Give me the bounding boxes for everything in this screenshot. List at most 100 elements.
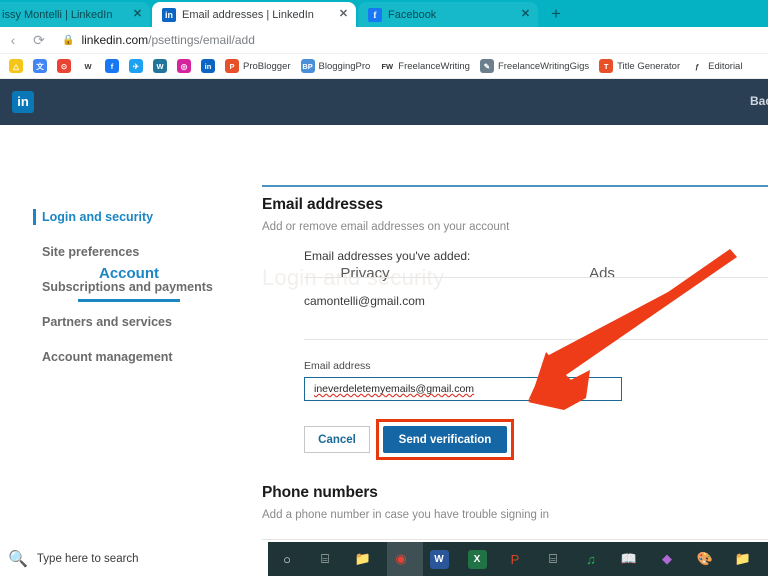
browser-tab-1[interactable]: in issy Montelli | LinkedIn ✕	[0, 2, 150, 27]
lock-icon: 🔒	[62, 34, 75, 46]
bookmark-label: FreelanceWritingGigs	[497, 60, 590, 72]
cortana-icon[interactable]: ○	[276, 548, 298, 570]
sidebar-item-login-and-security[interactable]: Login and security	[0, 200, 250, 235]
bookmark-item[interactable]: ƒ Editorial	[685, 59, 747, 73]
back-link[interactable]: Bac	[750, 94, 768, 108]
divider	[262, 539, 768, 540]
sidebar-item-partners-and-services[interactable]: Partners and services	[0, 305, 250, 340]
problogger-icon: P	[225, 59, 239, 73]
email-card: Email addresses you've added: camontelli…	[262, 249, 768, 460]
file-explorer-icon[interactable]: 📁	[352, 548, 374, 570]
linkedin-header: in Bac	[0, 79, 768, 125]
windows-taskbar: 🔍 Type here to search ○ ⌸ 📁 ◉ W X P ⌸ ♫ 📖 ◆ 🎨 📁	[0, 542, 768, 576]
titlegenerator-icon: T	[599, 59, 614, 73]
bookmark-item[interactable]: FW FreelanceWriting	[375, 59, 475, 73]
bookmark-item[interactable]: ⊙	[52, 59, 76, 73]
excel-icon[interactable]: X	[466, 548, 488, 570]
calculator-icon[interactable]: ⌸	[542, 548, 564, 570]
browser-tab-2[interactable]: in Email addresses | LinkedIn ✕	[152, 2, 356, 27]
bookmark-item[interactable]: ✎ FreelanceWritingGigs	[475, 59, 594, 73]
browser-tab-title: issy Montelli | LinkedIn	[2, 8, 113, 21]
dictionary-icon[interactable]: 📖	[618, 548, 640, 570]
taskbar-search[interactable]: 🔍 Type here to search	[0, 542, 268, 576]
taskbar-icons: ○ ⌸ 📁 ◉ W X P ⌸ ♫ 📖 ◆ 🎨 📁	[276, 542, 754, 576]
bookmark-item[interactable]: in	[196, 59, 220, 73]
bookmark-item[interactable]: W	[76, 59, 100, 73]
bookmark-item[interactable]: ✈	[124, 59, 148, 73]
divider	[304, 339, 768, 340]
excel-icon-glyph: X	[467, 549, 487, 569]
page-subtitle: Add or remove email addresses on your ac…	[262, 221, 510, 233]
freelancewriting-icon: FW	[380, 59, 395, 73]
phone-title: Phone numbers	[262, 484, 378, 501]
paint-icon[interactable]: 🎨	[694, 548, 716, 570]
cancel-button[interactable]: Cancel	[304, 426, 370, 453]
facebook-icon: f	[105, 59, 119, 73]
linkedin-icon: in	[162, 7, 176, 22]
folder-icon[interactable]: 📁	[732, 548, 754, 570]
word-icon[interactable]: W	[428, 548, 450, 570]
wikipedia-icon: W	[81, 59, 95, 73]
page-title: Email addresses	[262, 196, 383, 213]
main-content: Email addresses Add or remove email addr…	[262, 196, 768, 540]
editorial-icon: ƒ	[690, 59, 705, 73]
bookmark-item[interactable]: f	[100, 59, 124, 73]
linkedin-icon: in	[201, 59, 215, 73]
powerpoint-icon[interactable]: P	[504, 548, 526, 570]
bookmark-item[interactable]: BP BloggingPro	[296, 59, 376, 73]
phone-section: Phone numbers Add a phone number in case…	[262, 484, 768, 540]
new-tab-button[interactable]: +	[545, 4, 567, 24]
task-view-icon[interactable]: ⌸	[314, 548, 336, 570]
address-bar[interactable]: 🔒 linkedin.com/psettings/email/add	[52, 30, 768, 50]
send-verification-button[interactable]: Send verification	[383, 426, 507, 453]
tab-close-icon[interactable]: ✕	[131, 8, 144, 21]
tab-close-icon[interactable]: ✕	[519, 8, 532, 21]
sidebar-item-label: Account management	[42, 350, 173, 364]
bookmark-label: Title Generator	[617, 60, 681, 72]
sidebar-item-account-management[interactable]: Account management	[0, 340, 250, 375]
word-icon-glyph: W	[429, 549, 449, 569]
bookmark-item[interactable]: T Title Generator	[594, 59, 685, 73]
browser-tab-title: Email addresses | LinkedIn	[182, 8, 314, 21]
chrome-icon[interactable]: ◉	[390, 548, 412, 570]
form-actions: Cancel Send verification	[304, 419, 768, 460]
freelancewritinggigs-icon: ✎	[479, 59, 494, 73]
email-input-value: ineverdeletemyemails@gmail.com	[314, 383, 475, 395]
browser-toolbar: ‹ ⟳ 🔒 linkedin.com/psettings/email/add	[0, 27, 768, 54]
added-emails-label: Email addresses you've added:	[304, 249, 471, 263]
sidebar-item-site-preferences[interactable]: Site preferences	[0, 235, 250, 270]
search-icon: 🔍	[8, 551, 28, 568]
browser-tabstrip: in issy Montelli | LinkedIn ✕ in Email a…	[0, 0, 768, 27]
browser-tab-3[interactable]: f Facebook ✕	[358, 2, 538, 27]
taskbar-search-placeholder: Type here to search	[36, 553, 139, 565]
maps-icon: ⊙	[57, 59, 71, 73]
browser-window: in issy Montelli | LinkedIn ✕ in Email a…	[0, 0, 768, 576]
sidebar-item-label: Login and security	[42, 210, 154, 224]
reload-icon[interactable]: ⟳	[26, 32, 52, 49]
bookmark-label: ProBlogger	[243, 60, 291, 72]
email-list-item[interactable]: camontelli@gmail.com	[304, 278, 768, 325]
url-host: linkedin.com	[81, 33, 149, 47]
spotify-icon[interactable]: ♫	[580, 548, 602, 570]
bloggingpro-icon: BP	[300, 59, 315, 73]
settings-sidebar: Login and security Site preferences Subscr…	[0, 200, 250, 375]
bookmark-item[interactable]: P ProBlogger	[220, 59, 296, 73]
facebook-icon: f	[368, 7, 382, 22]
linkedin-logo-icon[interactable]: in	[12, 91, 34, 113]
maps-icon[interactable]: ◆	[656, 548, 678, 570]
url-path: /psettings/email/add	[148, 33, 255, 47]
bookmark-item[interactable]: △	[4, 59, 28, 73]
sidebar-item-label: Subscriptions and payments	[42, 280, 213, 294]
send-verification-highlight: Send verification	[376, 419, 514, 460]
content-divider	[262, 185, 768, 187]
wordpress-icon: W	[153, 59, 167, 73]
email-input[interactable]: ineverdeletemyemails@gmail.com	[304, 377, 622, 401]
bookmark-item[interactable]: 文	[28, 59, 52, 73]
back-icon[interactable]: ‹	[0, 32, 26, 48]
settings-tabs: Login and security Account Privacy Ads	[0, 125, 768, 302]
tab-close-icon[interactable]: ✕	[337, 8, 350, 21]
bookmark-item[interactable]: ◎	[172, 59, 196, 73]
bookmark-item[interactable]: W	[148, 59, 172, 73]
twitter-icon: ✈	[129, 59, 143, 73]
sidebar-item-subscriptions-and-payments[interactable]: Subscriptions and payments	[0, 270, 250, 305]
